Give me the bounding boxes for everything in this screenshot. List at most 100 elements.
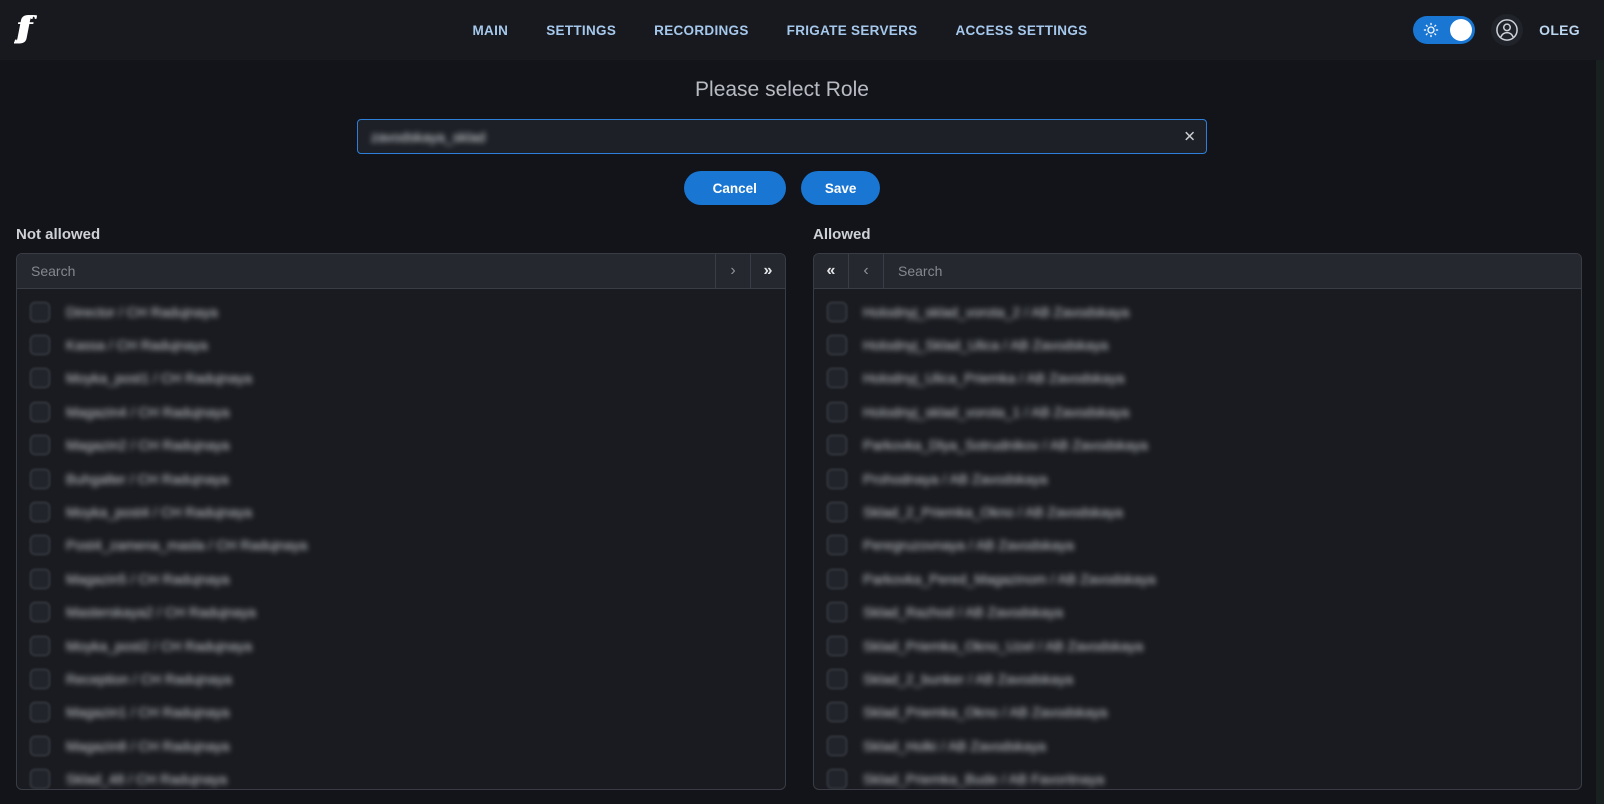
- row-checkbox[interactable]: [827, 402, 847, 422]
- list-item[interactable]: Holodnyj_sklad_vorota_1 / AB Zavodskaya: [814, 395, 1581, 428]
- list-item[interactable]: Moyka_post1 / CH Radujnaya: [17, 362, 785, 395]
- camera-label: Moyka_post1 / CH Radujnaya: [66, 370, 252, 386]
- camera-label: Sklad_Priemka_Okno_Uzel / AB Zavodskaya: [863, 638, 1143, 654]
- row-checkbox[interactable]: [827, 602, 847, 622]
- list-item[interactable]: Moyka_post2 / CH Radujnaya: [17, 629, 785, 662]
- row-checkbox[interactable]: [30, 736, 50, 756]
- list-item[interactable]: Kassa / CH Radujnaya: [17, 328, 785, 361]
- row-checkbox[interactable]: [30, 569, 50, 589]
- list-item[interactable]: Magazin8 / CH Radujnaya: [17, 729, 785, 762]
- list-item[interactable]: Sklad_2_Priemka_Okno / AB Zavodskaya: [814, 495, 1581, 528]
- list-item[interactable]: Sklad_Priemka_Okno / AB Zavodskaya: [814, 696, 1581, 729]
- allowed-panel: « ‹ Holodnyj_sklad_vorota_2 / AB Zavodsk…: [813, 253, 1582, 790]
- row-checkbox[interactable]: [30, 669, 50, 689]
- row-checkbox[interactable]: [30, 368, 50, 388]
- camera-label: Sklad_Razhod / AB Zavodskaya: [863, 604, 1063, 620]
- list-item[interactable]: Magazin1 / CH Radujnaya: [17, 696, 785, 729]
- row-checkbox[interactable]: [30, 435, 50, 455]
- row-checkbox[interactable]: [30, 602, 50, 622]
- sun-icon: [1422, 21, 1440, 39]
- row-checkbox[interactable]: [30, 769, 50, 789]
- nav-item-recordings[interactable]: RECORDINGS: [654, 23, 749, 38]
- nav-item-access-settings[interactable]: ACCESS SETTINGS: [955, 23, 1087, 38]
- save-button[interactable]: Save: [801, 171, 881, 205]
- list-item[interactable]: Masterskaya2 / CH Radujnaya: [17, 596, 785, 629]
- row-checkbox[interactable]: [30, 302, 50, 322]
- camera-label: Sklad_Holki / AB Zavodskaya: [863, 738, 1046, 754]
- row-checkbox[interactable]: [827, 535, 847, 555]
- row-checkbox[interactable]: [30, 402, 50, 422]
- user-name[interactable]: OLEG: [1539, 22, 1580, 38]
- row-checkbox[interactable]: [30, 335, 50, 355]
- list-item[interactable]: Sklad_2_bunker / AB Zavodskaya: [814, 662, 1581, 695]
- list-item[interactable]: Parkovka_Pered_Magazinom / AB Zavodskaya: [814, 562, 1581, 595]
- row-checkbox[interactable]: [827, 569, 847, 589]
- list-item[interactable]: Buhgalter / CH Radujnaya: [17, 462, 785, 495]
- nav-item-frigate-servers[interactable]: FRIGATE SERVERS: [787, 23, 918, 38]
- camera-label: Holodnyj_Ulica_Priemka / AB Zavodskaya: [863, 370, 1124, 386]
- list-item[interactable]: Holodnyj_Ulica_Priemka / AB Zavodskaya: [814, 362, 1581, 395]
- list-item[interactable]: Peregruzovnaya / AB Zavodskaya: [814, 529, 1581, 562]
- list-item[interactable]: Prohodnaya / AB Zavodskaya: [814, 462, 1581, 495]
- row-checkbox[interactable]: [827, 335, 847, 355]
- list-item[interactable]: Magazin4 / CH Radujnaya: [17, 395, 785, 428]
- camera-label: Parkovka_Pered_Magazinom / AB Zavodskaya: [863, 571, 1156, 587]
- row-checkbox[interactable]: [827, 736, 847, 756]
- not-allowed-search-input[interactable]: [17, 254, 715, 288]
- row-checkbox[interactable]: [827, 636, 847, 656]
- list-item[interactable]: Holodnyj_sklad_vorota_2 / AB Zavodskaya: [814, 295, 1581, 328]
- row-checkbox[interactable]: [827, 368, 847, 388]
- row-checkbox[interactable]: [827, 702, 847, 722]
- row-checkbox[interactable]: [30, 535, 50, 555]
- list-item[interactable]: Sklad_48 / CH Radujnaya: [17, 762, 785, 790]
- move-all-left-button[interactable]: «: [814, 254, 849, 288]
- list-item[interactable]: Sklad_Priemka_Bude / AB Favoritnaya: [814, 762, 1581, 790]
- allowed-search-input[interactable]: [884, 254, 1581, 288]
- row-checkbox[interactable]: [827, 502, 847, 522]
- page-scrollbar[interactable]: [1596, 60, 1604, 804]
- camera-label: Magazin8 / CH Radujnaya: [66, 738, 229, 754]
- row-checkbox[interactable]: [30, 636, 50, 656]
- row-checkbox[interactable]: [30, 502, 50, 522]
- row-checkbox[interactable]: [30, 469, 50, 489]
- move-left-button[interactable]: ‹: [849, 254, 884, 288]
- camera-label: Holodnyj_Sklad_Ulica / AB Zavodskaya: [863, 337, 1108, 353]
- nav-item-main[interactable]: MAIN: [473, 23, 509, 38]
- list-item[interactable]: Parkovka_Dlya_Sotrudnikov / AB Zavodskay…: [814, 429, 1581, 462]
- not-allowed-heading: Not allowed: [16, 226, 100, 243]
- list-item[interactable]: Director / CH Radujnaya: [17, 295, 785, 328]
- row-checkbox[interactable]: [827, 769, 847, 789]
- cancel-button[interactable]: Cancel: [684, 171, 786, 205]
- camera-label: Magazin2 / CH Radujnaya: [66, 437, 229, 453]
- camera-label: Director / CH Radujnaya: [66, 304, 218, 320]
- list-item[interactable]: Reception / CH Radujnaya: [17, 662, 785, 695]
- toggle-knob: [1450, 19, 1472, 41]
- allowed-list: Holodnyj_sklad_vorota_2 / AB Zavodskaya H…: [814, 289, 1581, 790]
- row-checkbox[interactable]: [30, 702, 50, 722]
- list-item[interactable]: Moyka_post4 / CH Radujnaya: [17, 495, 785, 528]
- list-item[interactable]: Magazin5 / CH Radujnaya: [17, 562, 785, 595]
- role-input[interactable]: zavodskaya_sklad ✕: [357, 119, 1207, 154]
- row-checkbox[interactable]: [827, 469, 847, 489]
- list-item[interactable]: Holodnyj_Sklad_Ulica / AB Zavodskaya: [814, 328, 1581, 361]
- chevron-right-icon: ›: [730, 262, 735, 280]
- list-item[interactable]: Magazin2 / CH Radujnaya: [17, 429, 785, 462]
- move-all-right-button[interactable]: »: [750, 254, 785, 288]
- nav-item-settings[interactable]: SETTINGS: [546, 23, 616, 38]
- form-buttons: Cancel Save: [357, 171, 1207, 205]
- list-item[interactable]: Sklad_Priemka_Okno_Uzel / AB Zavodskaya: [814, 629, 1581, 662]
- row-checkbox[interactable]: [827, 302, 847, 322]
- list-item[interactable]: Sklad_Razhod / AB Zavodskaya: [814, 596, 1581, 629]
- row-checkbox[interactable]: [827, 669, 847, 689]
- row-checkbox[interactable]: [827, 435, 847, 455]
- list-item[interactable]: Sklad_Holki / AB Zavodskaya: [814, 729, 1581, 762]
- user-avatar-icon[interactable]: [1491, 14, 1523, 46]
- list-item[interactable]: Post4_zamena_masla / CH Radujnaya: [17, 529, 785, 562]
- role-input-value: zavodskaya_sklad: [371, 129, 485, 145]
- camera-label: Reception / CH Radujnaya: [66, 671, 232, 687]
- not-allowed-list: Director / CH Radujnaya Kassa / CH Radujn…: [17, 289, 785, 790]
- theme-toggle[interactable]: [1413, 16, 1475, 44]
- clear-icon[interactable]: ✕: [1183, 129, 1196, 144]
- move-right-button[interactable]: ›: [715, 254, 750, 288]
- camera-label: Parkovka_Dlya_Sotrudnikov / AB Zavodskay…: [863, 437, 1148, 453]
